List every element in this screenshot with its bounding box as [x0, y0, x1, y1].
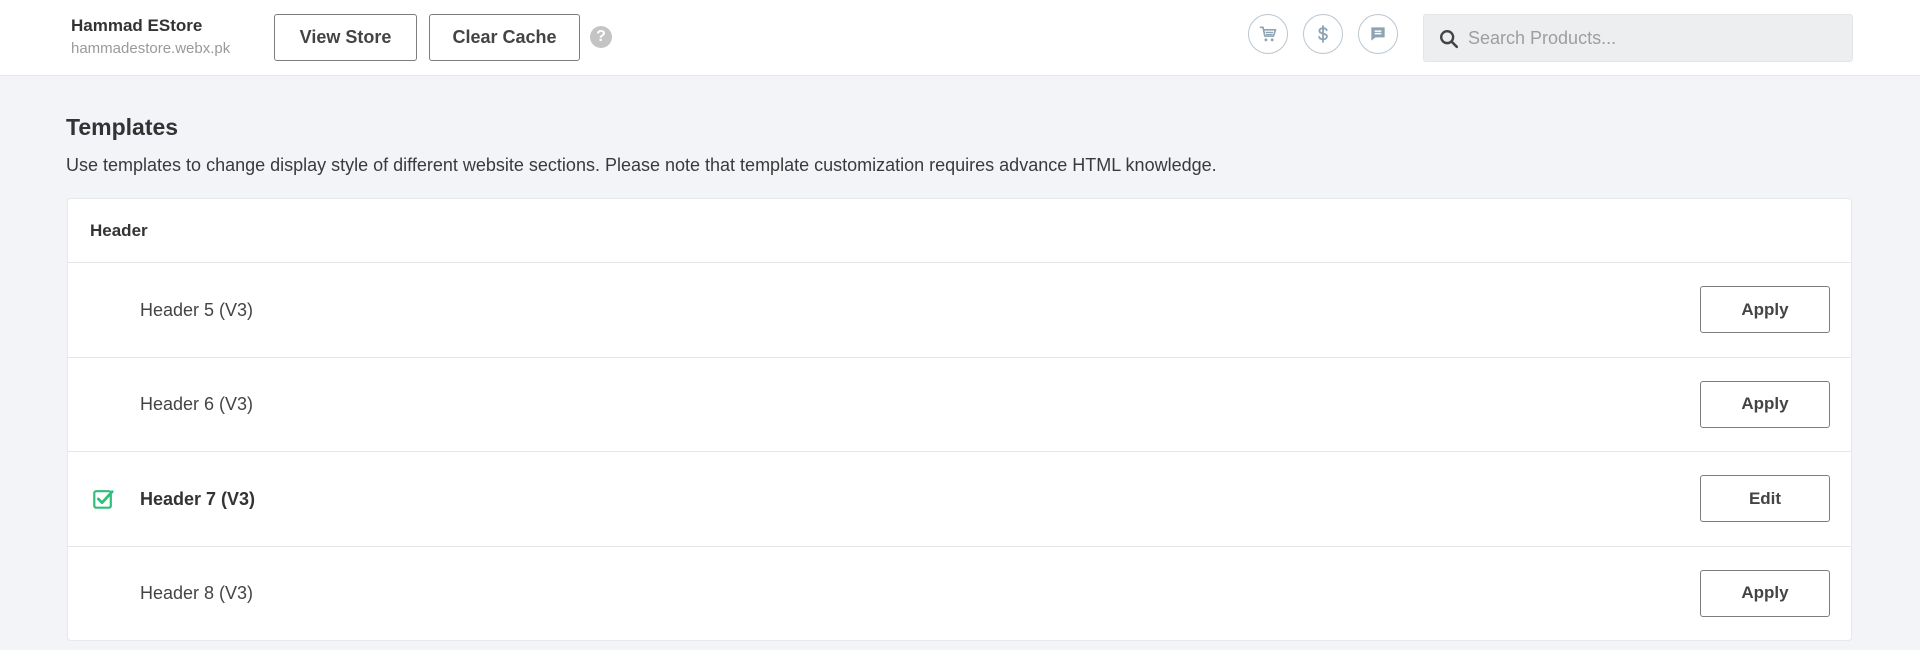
page-title: Templates: [66, 114, 179, 140]
dollar-icon[interactable]: [1303, 14, 1343, 54]
checkbox-checked-icon: [93, 490, 114, 509]
template-row: Header 6 (V3) Apply: [68, 358, 1851, 452]
view-store-button[interactable]: View Store: [274, 14, 417, 61]
store-domain: hammadestore.webx.pk: [71, 40, 231, 57]
section-title: Header: [68, 199, 1851, 263]
template-row: Header 8 (V3) Apply: [68, 547, 1851, 642]
apply-button[interactable]: Apply: [1700, 286, 1830, 333]
search-box: [1423, 14, 1853, 62]
edit-button[interactable]: Edit: [1700, 475, 1830, 522]
store-name: Hammad EStore: [71, 16, 203, 35]
page-description: Use templates to change display style of…: [66, 155, 1217, 175]
help-icon[interactable]: ?: [590, 26, 612, 48]
apply-button[interactable]: Apply: [1700, 380, 1830, 428]
clear-cache-button[interactable]: Clear Cache: [429, 14, 580, 61]
template-name: Header 6 (V3): [140, 394, 254, 414]
template-name: Header 5 (V3): [140, 299, 254, 320]
template-name: Header 8 (V3): [140, 583, 254, 603]
cart-icon[interactable]: [1248, 14, 1288, 54]
search-icon: [1440, 30, 1459, 49]
template-name: Header 7 (V3): [140, 488, 256, 509]
template-row-active: Header 7 (V3) Edit: [68, 452, 1851, 547]
search-input[interactable]: [1468, 15, 1838, 61]
templates-panel: Header Header 5 (V3) Apply Header 6 (V3)…: [67, 198, 1852, 641]
apply-button[interactable]: Apply: [1700, 569, 1830, 617]
template-row: Header 5 (V3) Apply: [68, 263, 1851, 358]
chat-icon[interactable]: [1358, 14, 1398, 54]
top-bar: Hammad EStore hammadestore.webx.pk View …: [0, 0, 1920, 76]
